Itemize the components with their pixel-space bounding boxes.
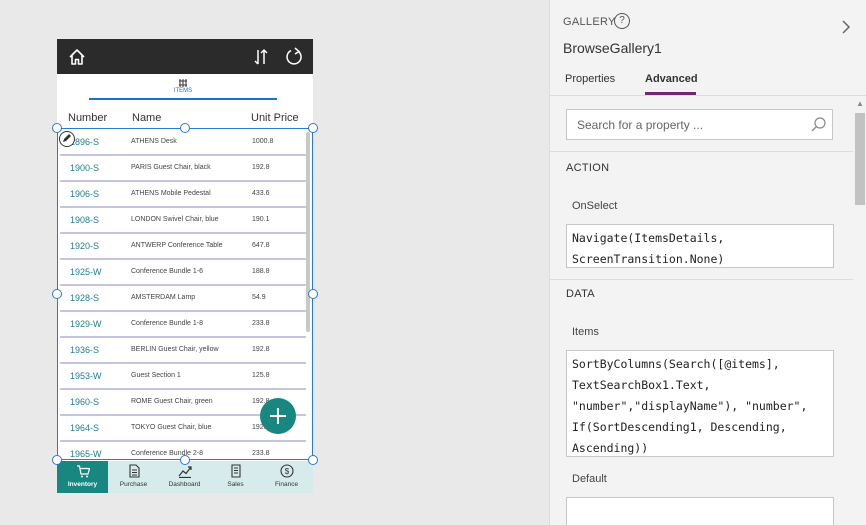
divider: [550, 279, 853, 280]
property-search-input[interactable]: [567, 110, 797, 139]
section-header-action: ACTION: [566, 162, 610, 174]
nav-label: Finance: [274, 481, 299, 488]
chevron-right-icon[interactable]: [840, 18, 852, 36]
column-header-unit-price[interactable]: Unit Price: [251, 112, 299, 124]
control-type-label: GALLERY: [563, 16, 616, 28]
nav-label: Dashboard: [168, 481, 201, 488]
resize-handle-bottom-left[interactable]: [52, 455, 62, 465]
control-name[interactable]: BrowseGallery1: [563, 40, 662, 56]
tab-items[interactable]: ITEMS: [89, 74, 277, 100]
nav-item-finance[interactable]: $ Finance: [261, 461, 312, 493]
tab-underline: [89, 98, 277, 100]
app-tab-bar: ITEMS: [57, 74, 313, 100]
column-header-number[interactable]: Number: [68, 112, 107, 124]
property-search-box: [566, 109, 833, 140]
dollar-icon: $: [280, 464, 294, 478]
refresh-icon[interactable]: [283, 46, 305, 68]
items-icon: [179, 79, 187, 87]
gallery-selection-frame[interactable]: [52, 123, 318, 465]
tab-properties[interactable]: Properties: [565, 73, 615, 95]
tab-items-label: ITEMS: [173, 88, 193, 94]
property-panel: GALLERY ? BrowseGallery1 Properties Adva…: [549, 0, 866, 525]
resize-handle-top-right[interactable]: [308, 123, 318, 133]
sort-icon[interactable]: [250, 46, 272, 68]
home-icon[interactable]: [66, 46, 88, 68]
help-icon[interactable]: ?: [614, 13, 630, 29]
items-formula-field[interactable]: SortByColumns(Search([@items], TextSearc…: [566, 350, 834, 457]
bottom-navigation: Inventory Purchase Dashboard Sales $ Finance: [57, 461, 313, 493]
document-icon: [129, 464, 140, 478]
nav-label: Inventory: [67, 481, 98, 488]
search-icon[interactable]: [810, 116, 827, 133]
panel-scrollbar[interactable]: [855, 113, 865, 205]
property-label-default: Default: [572, 473, 607, 485]
app-header-bar: [57, 39, 313, 74]
nav-item-purchase[interactable]: Purchase: [108, 461, 159, 493]
property-label-items: Items: [572, 326, 599, 338]
property-label-onselect: OnSelect: [572, 200, 618, 212]
chart-line-icon: [178, 466, 192, 478]
resize-handle-middle-left[interactable]: [52, 289, 62, 299]
onselect-formula-field[interactable]: Navigate(ItemsDetails, ScreenTransition.…: [566, 224, 834, 268]
resize-handle-middle-right[interactable]: [308, 289, 318, 299]
nav-item-dashboard[interactable]: Dashboard: [159, 461, 210, 493]
receipt-icon: [231, 464, 241, 478]
svg-text:$: $: [285, 467, 290, 476]
cart-icon: [77, 465, 90, 478]
section-header-data: DATA: [566, 288, 595, 300]
nav-item-inventory[interactable]: Inventory: [57, 461, 108, 493]
edit-template-icon[interactable]: [59, 131, 75, 147]
nav-label: Sales: [227, 481, 244, 488]
nav-item-sales[interactable]: Sales: [210, 461, 261, 493]
resize-handle-bottom-right[interactable]: [308, 455, 318, 465]
resize-handle-top-center[interactable]: [180, 123, 190, 133]
divider: [550, 151, 853, 152]
resize-handle-bottom-center[interactable]: [180, 455, 190, 465]
column-header-name[interactable]: Name: [132, 112, 161, 124]
default-formula-field[interactable]: [566, 497, 834, 525]
scroll-up-arrow-icon[interactable]: ▲: [856, 99, 864, 108]
nav-label: Purchase: [119, 481, 148, 488]
divider: [550, 95, 866, 96]
